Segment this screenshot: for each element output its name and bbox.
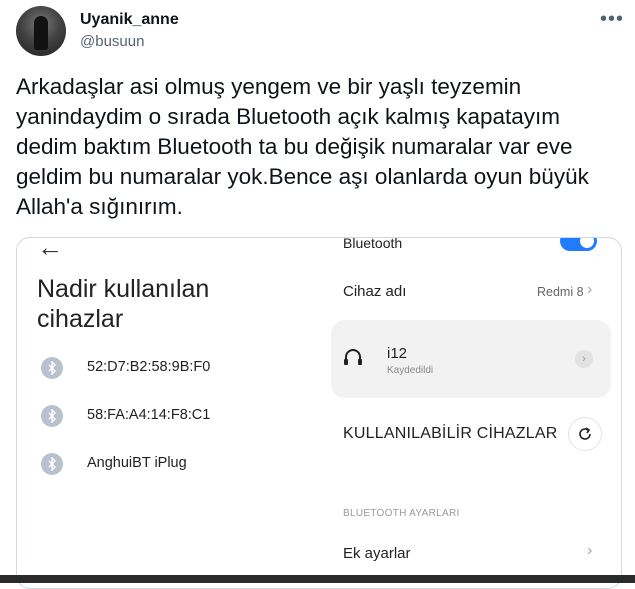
bluetooth-toggle [560, 238, 597, 251]
more-horizontal-icon[interactable]: ••• [600, 8, 624, 31]
bluetooth-settings-header: BLUETOOTH AYARLARI [343, 508, 460, 519]
refresh-icon [568, 417, 602, 451]
device-label: 58:FA:A4:14:F8:C1 [87, 407, 211, 423]
device-label: 52:D7:B2:58:9B:F0 [87, 359, 211, 375]
display-name[interactable]: Uyanik_anne [80, 11, 179, 29]
bluetooth-icon [41, 405, 63, 427]
chevron-right-icon: › [575, 350, 593, 368]
rare-devices-title: Nadir kullanılan cihazlar [37, 275, 210, 333]
device-name-label: Cihaz adı [343, 283, 407, 300]
bluetooth-icon [41, 357, 63, 379]
more-settings-label: Ek ayarlar [343, 545, 411, 562]
list-item: 52:D7:B2:58:9B:F0 [41, 356, 210, 380]
list-item: AnghuiBT iPlug [41, 452, 187, 476]
avatar[interactable] [16, 6, 66, 56]
list-item: 58:FA:A4:14:F8:C1 [41, 404, 210, 428]
headphones-icon [343, 348, 363, 371]
available-devices-header: KULLANILABİLİR CİHAZLAR [343, 425, 558, 442]
device-label: AnghuiBT iPlug [87, 455, 187, 471]
chevron-right-icon: › [587, 281, 593, 298]
paired-device-row: i12 Kaydedildi › [331, 320, 611, 398]
tweet-text: Arkadaşlar asi olmuş yengem ve bir yaşlı… [16, 74, 589, 219]
attached-image[interactable]: ← Nadir kullanılan cihazlar 52:D7:B2:58:… [16, 237, 622, 589]
bluetooth-icon [41, 453, 63, 475]
bottom-divider [0, 575, 635, 583]
back-arrow-icon: ← [37, 237, 63, 262]
paired-device-status: Kaydedildi [387, 365, 434, 376]
chevron-right-icon: › [587, 542, 593, 559]
paired-device-name: i12 [387, 345, 408, 362]
user-handle[interactable]: @busuun [80, 33, 144, 50]
device-name-value: Redmi 8 [537, 285, 584, 299]
bluetooth-title: Bluetooth [343, 237, 403, 251]
